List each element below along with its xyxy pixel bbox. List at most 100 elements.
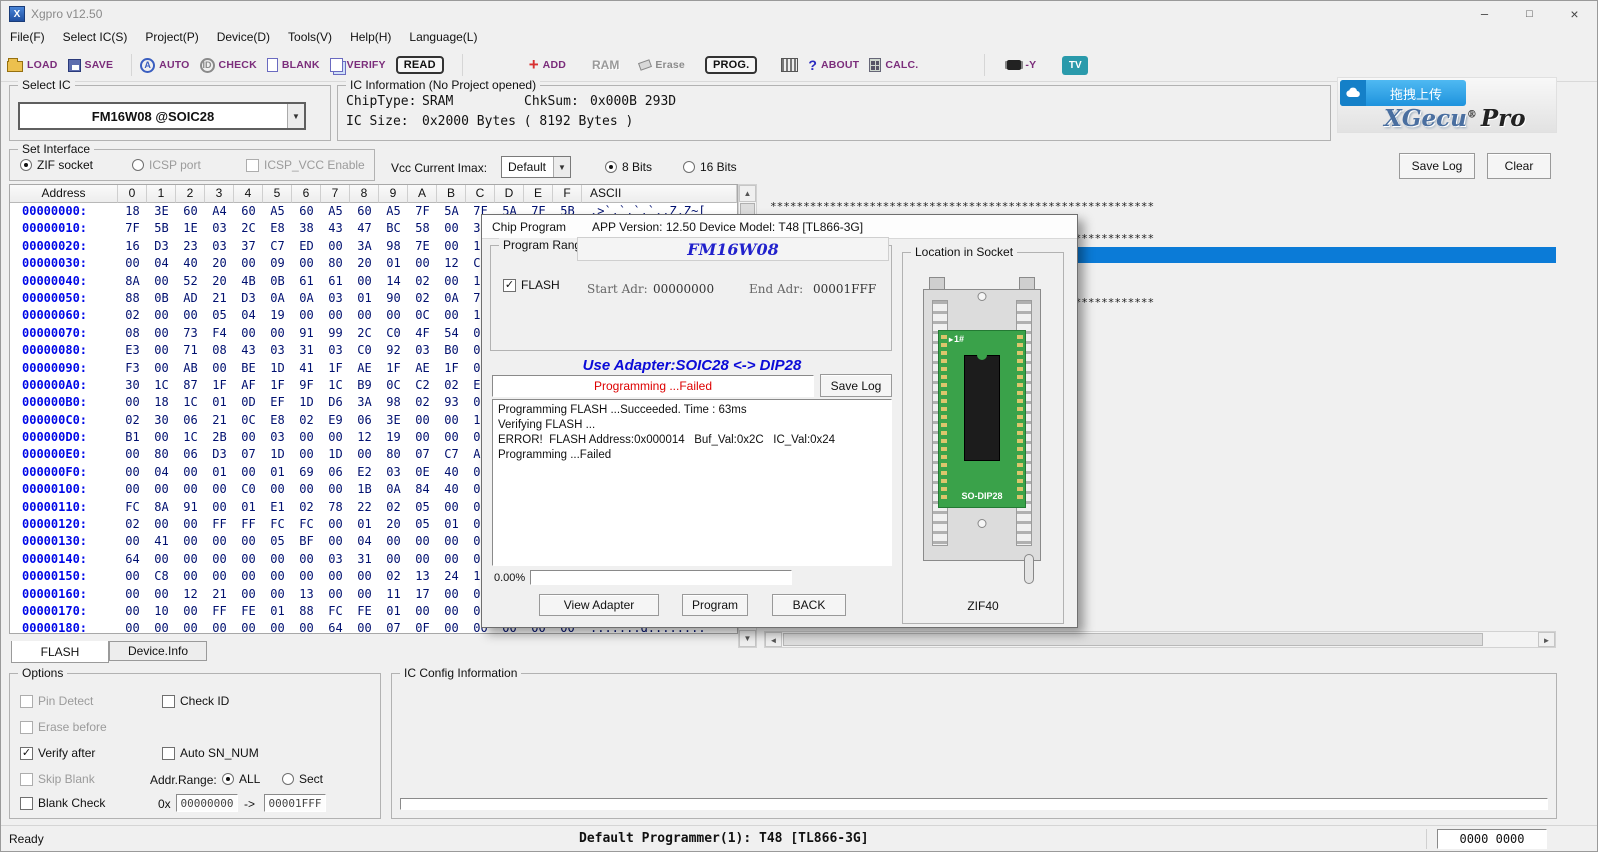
hex-byte[interactable]: 00 — [292, 481, 321, 498]
hex-byte[interactable]: B1 — [118, 429, 147, 446]
hex-byte[interactable]: 02 — [118, 307, 147, 324]
hex-byte[interactable]: 00 — [118, 586, 147, 603]
hex-byte[interactable]: 18 — [147, 394, 176, 411]
hex-byte[interactable]: 05 — [408, 516, 437, 533]
hex-byte[interactable]: 02 — [408, 273, 437, 290]
hex-byte[interactable]: 0C — [408, 307, 437, 324]
hex-byte[interactable]: C0 — [379, 325, 408, 342]
hex-byte[interactable]: 03 — [321, 290, 350, 307]
skip-blank-checkbox[interactable]: Skip Blank — [20, 772, 95, 786]
hex-byte[interactable]: FC — [263, 516, 292, 533]
hex-byte[interactable]: 00 — [205, 499, 234, 516]
hex-byte[interactable]: FF — [205, 603, 234, 620]
hex-byte[interactable]: ED — [292, 238, 321, 255]
hex-byte[interactable]: 8A — [118, 273, 147, 290]
hex-byte[interactable]: 4B — [234, 273, 263, 290]
hex-byte[interactable]: 01 — [205, 464, 234, 481]
hex-col-header[interactable]: C — [466, 185, 495, 203]
hex-byte[interactable]: 00 — [292, 429, 321, 446]
hex-byte[interactable]: 00 — [408, 429, 437, 446]
hex-byte[interactable]: 80 — [379, 446, 408, 463]
verify-after-checkbox[interactable]: Verify after — [20, 746, 95, 760]
hex-byte[interactable]: D3 — [234, 290, 263, 307]
hex-byte[interactable]: 00 — [147, 360, 176, 377]
hex-byte[interactable]: 00 — [292, 568, 321, 585]
hex-byte[interactable]: 78 — [321, 499, 350, 516]
hex-byte[interactable]: 02 — [292, 499, 321, 516]
hex-byte[interactable]: 00 — [147, 429, 176, 446]
hex-byte[interactable]: 05 — [205, 307, 234, 324]
hex-byte[interactable]: 03 — [205, 238, 234, 255]
hex-byte[interactable]: 01 — [234, 499, 263, 516]
hex-byte[interactable]: 02 — [118, 412, 147, 429]
hex-byte[interactable]: 00 — [437, 533, 466, 550]
hex-byte[interactable]: 30 — [118, 377, 147, 394]
hex-byte[interactable]: 00 — [147, 307, 176, 324]
hex-byte[interactable]: 00 — [350, 307, 379, 324]
hex-byte[interactable]: 00 — [234, 551, 263, 568]
hex-byte[interactable]: 64 — [321, 620, 350, 633]
hex-byte[interactable]: 03 — [205, 220, 234, 237]
hex-byte[interactable]: 01 — [263, 464, 292, 481]
hex-byte[interactable]: 00 — [437, 499, 466, 516]
bits8-radio[interactable]: 8 Bits — [605, 160, 652, 174]
hex-col-header[interactable]: 7 — [321, 185, 350, 203]
hex-byte[interactable]: 00 — [437, 429, 466, 446]
hex-byte[interactable]: 91 — [292, 325, 321, 342]
hex-byte[interactable]: 12 — [437, 255, 466, 272]
menu-item[interactable]: Project(P) — [136, 27, 207, 47]
hex-byte[interactable]: 04 — [147, 464, 176, 481]
hex-byte[interactable]: A5 — [321, 203, 350, 220]
hex-byte[interactable]: 13 — [292, 586, 321, 603]
hex-byte[interactable]: C7 — [263, 238, 292, 255]
hex-byte[interactable]: B0 — [437, 342, 466, 359]
scroll-left-icon[interactable]: ◄ — [765, 632, 782, 647]
hex-byte[interactable]: FF — [234, 516, 263, 533]
hex-byte[interactable]: 43 — [234, 342, 263, 359]
hex-byte[interactable]: FF — [205, 516, 234, 533]
hex-byte[interactable]: E2 — [350, 464, 379, 481]
hex-col-header[interactable]: B — [437, 185, 466, 203]
hex-byte[interactable]: 01 — [350, 516, 379, 533]
hex-byte[interactable]: 00 — [205, 481, 234, 498]
hex-byte[interactable]: 00 — [437, 273, 466, 290]
hex-byte[interactable]: 40 — [437, 481, 466, 498]
scroll-right-icon[interactable]: ► — [1538, 632, 1555, 647]
hex-col-header[interactable]: 8 — [350, 185, 379, 203]
hex-byte[interactable]: 00 — [147, 620, 176, 633]
hex-byte[interactable]: 00 — [437, 307, 466, 324]
hex-byte[interactable]: 20 — [205, 273, 234, 290]
about-button[interactable]: ?ABOUT — [808, 57, 859, 73]
hex-col-header[interactable]: 6 — [292, 185, 321, 203]
hex-byte[interactable]: 02 — [408, 290, 437, 307]
menu-item[interactable]: Select IC(S) — [54, 27, 137, 47]
bits16-radio[interactable]: 16 Bits — [683, 160, 737, 174]
hex-byte[interactable]: 0A — [437, 290, 466, 307]
hex-byte[interactable]: 00 — [263, 620, 292, 633]
hex-byte[interactable]: BC — [379, 220, 408, 237]
hex-byte[interactable]: 00 — [234, 325, 263, 342]
hex-byte[interactable]: 00 — [147, 325, 176, 342]
hex-byte[interactable]: 03 — [321, 551, 350, 568]
hex-byte[interactable]: 02 — [379, 499, 408, 516]
hex-byte[interactable]: 43 — [321, 220, 350, 237]
hex-byte[interactable]: 1F — [321, 360, 350, 377]
hex-col-header[interactable]: 1 — [147, 185, 176, 203]
hex-byte[interactable]: 00 — [321, 238, 350, 255]
hex-byte[interactable]: 00 — [408, 412, 437, 429]
hex-byte[interactable]: 24 — [437, 568, 466, 585]
hex-byte[interactable]: 00 — [176, 551, 205, 568]
hex-byte[interactable]: 06 — [176, 446, 205, 463]
hex-byte[interactable]: 3E — [147, 203, 176, 220]
hex-byte[interactable]: 16 — [118, 238, 147, 255]
hex-byte[interactable]: 00 — [176, 516, 205, 533]
hex-byte[interactable]: 07 — [379, 620, 408, 633]
hex-byte[interactable]: 00 — [118, 255, 147, 272]
hex-byte[interactable]: 20 — [379, 516, 408, 533]
hex-byte[interactable]: 01 — [379, 603, 408, 620]
hex-byte[interactable]: 18 — [118, 203, 147, 220]
save-log-button[interactable]: Save Log — [1399, 153, 1475, 179]
hex-byte[interactable]: 00 — [379, 533, 408, 550]
hex-byte[interactable]: FC — [321, 603, 350, 620]
hex-byte[interactable]: 00 — [176, 307, 205, 324]
